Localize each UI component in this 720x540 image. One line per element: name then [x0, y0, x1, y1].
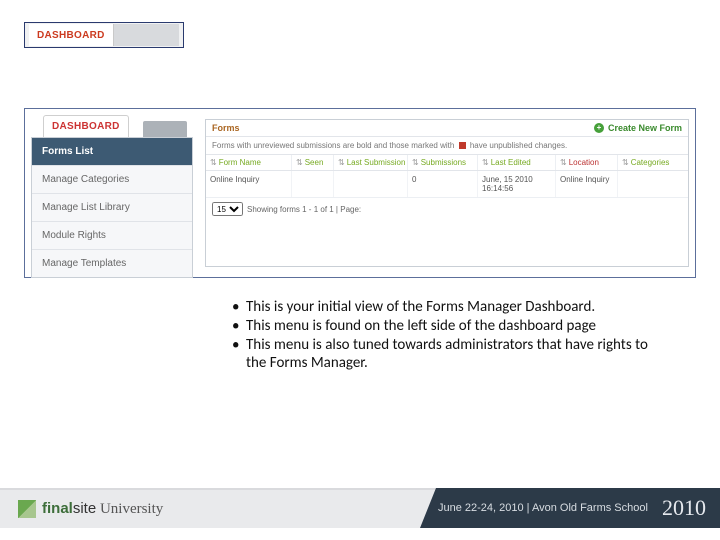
finalsite-logo-icon [18, 500, 36, 518]
bullet-text: This menu is also tuned towards administ… [246, 336, 652, 374]
sort-icon: ⇅ [338, 158, 345, 167]
brand-university: University [96, 501, 163, 517]
slide-bullets: •This is your initial view of the Forms … [232, 298, 652, 373]
sidebar-item-manage-templates[interactable]: Manage Templates [32, 249, 192, 277]
forms-pager: 15 Showing forms 1 - 1 of 1 | Page: [206, 198, 688, 220]
footer-right: June 22-24, 2010 | Avon Old Farms School… [420, 488, 720, 528]
panel-tabstrip: DASHBOARD [43, 115, 187, 137]
unpublished-marker-icon [459, 142, 466, 149]
sort-icon: ⇅ [482, 158, 489, 167]
footer-brand: finalsite University [42, 500, 163, 518]
mini-dashboard-badge: DASHBOARD [24, 22, 184, 48]
col-last-submission[interactable]: ⇅Last Submission [338, 158, 403, 167]
bullet-dot-icon: • [232, 317, 246, 336]
forms-title: Forms [212, 123, 240, 133]
footer-year: 2010 [662, 495, 706, 521]
sort-icon: ⇅ [622, 158, 629, 167]
sidebar-item-manage-categories[interactable]: Manage Categories [32, 165, 192, 193]
forms-note-text-b: have unpublished changes. [470, 141, 567, 150]
sidebar-menu: Forms List Manage Categories Manage List… [31, 137, 193, 278]
mini-dashboard-tab: DASHBOARD [29, 24, 114, 46]
bullet-dot-icon: • [232, 298, 246, 317]
cell-last-submission [334, 171, 408, 197]
sort-icon: ⇅ [412, 158, 419, 167]
col-form-name[interactable]: ⇅Form Name [210, 158, 287, 167]
col-categories[interactable]: ⇅Categories [622, 158, 684, 167]
sidebar-item-manage-list-library[interactable]: Manage List Library [32, 193, 192, 221]
dashboard-tab[interactable]: DASHBOARD [43, 115, 129, 137]
inactive-tab-placeholder [143, 121, 187, 137]
brand-bold: final [42, 500, 73, 517]
footer-left: finalsite University [0, 488, 436, 528]
bullet-dot-icon: • [232, 336, 246, 374]
cell-form-name: Online Inquiry [206, 171, 292, 197]
sort-icon: ⇅ [296, 158, 303, 167]
pager-text: Showing forms 1 - 1 of 1 | Page: [247, 205, 361, 214]
forms-note-text-a: Forms with unreviewed submissions are bo… [212, 141, 454, 150]
footer-dates: June 22-24, 2010 | Avon Old Farms School [438, 502, 648, 514]
cell-submissions: 0 [408, 171, 478, 197]
col-seen[interactable]: ⇅Seen [296, 158, 329, 167]
bullet-text: This menu is found on the left side of t… [246, 317, 652, 336]
create-new-form-link[interactable]: + Create New Form [594, 123, 682, 133]
forms-region: Forms + Create New Form Forms with unrev… [205, 119, 689, 267]
sort-icon: ⇅ [210, 158, 217, 167]
create-new-form-label: Create New Form [608, 123, 682, 133]
cell-seen [292, 171, 334, 197]
cell-categories [618, 171, 688, 197]
col-location[interactable]: ⇅Location [560, 158, 613, 167]
dashboard-panel: DASHBOARD Forms List Manage Categories M… [24, 108, 696, 278]
slide-footer: finalsite University June 22-24, 2010 | … [0, 488, 720, 528]
col-last-edited[interactable]: ⇅Last Edited [482, 158, 551, 167]
cell-last-edited: June, 15 2010 16:14:56 [478, 171, 556, 197]
mini-badge-filler [114, 24, 179, 46]
per-page-select[interactable]: 15 [212, 202, 243, 216]
sidebar-item-module-rights[interactable]: Module Rights [32, 221, 192, 249]
table-row[interactable]: Online Inquiry 0 June, 15 2010 16:14:56 … [206, 171, 688, 198]
col-submissions[interactable]: ⇅Submissions [412, 158, 473, 167]
cell-location: Online Inquiry [556, 171, 618, 197]
sort-icon: ⇅ [560, 158, 567, 167]
brand-rest: site [73, 500, 96, 517]
bullet-text: This is your initial view of the Forms M… [246, 298, 652, 317]
plus-circle-icon: + [594, 123, 604, 133]
forms-note: Forms with unreviewed submissions are bo… [206, 137, 688, 155]
sidebar-item-forms-list[interactable]: Forms List [32, 138, 192, 165]
forms-column-headers: ⇅Form Name ⇅Seen ⇅Last Submission ⇅Submi… [206, 155, 688, 171]
forms-header: Forms + Create New Form [206, 120, 688, 137]
